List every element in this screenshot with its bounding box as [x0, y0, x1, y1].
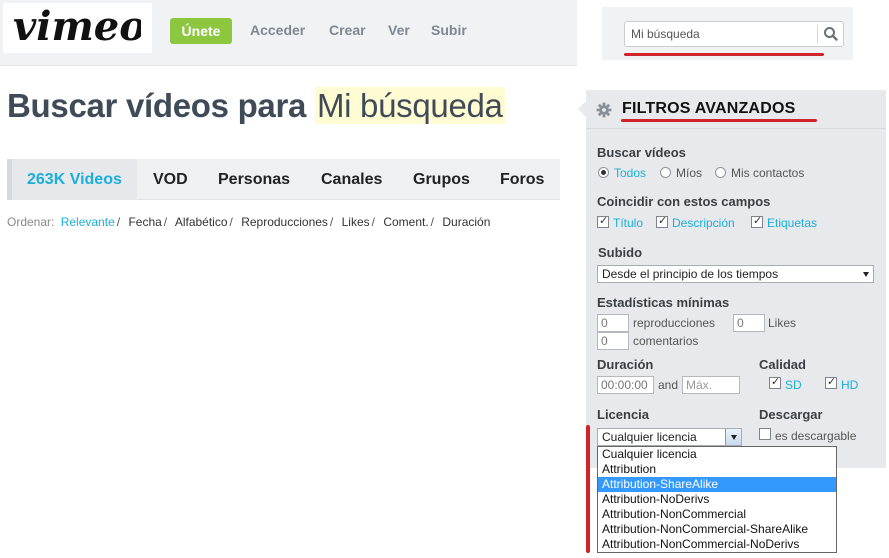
license-option[interactable]: Attribution — [598, 462, 836, 477]
chevron-down-icon — [731, 435, 737, 440]
sort-option-relevant[interactable]: Relevante — [61, 215, 115, 229]
checkbox-hd[interactable] — [825, 375, 837, 389]
search-icon — [824, 27, 838, 41]
uploaded-label: Subido — [598, 245, 643, 260]
min-stats-label: Estadísticas mínimas — [597, 295, 730, 310]
license-option-highlighted[interactable]: Attribution-ShareAlike — [598, 477, 836, 492]
search-field — [624, 21, 844, 47]
license-dropdown-list: Cualquier licencia Attribution Attributi… — [597, 446, 837, 553]
page-title: Buscar vídeos para Mi búsqueda — [7, 87, 505, 125]
license-select-toggle[interactable] — [725, 429, 741, 445]
sort-separator: / — [430, 215, 435, 229]
sort-option-comments[interactable]: Coment. — [383, 215, 428, 229]
radio-scope-mine[interactable] — [660, 167, 671, 178]
license-annotation-bar — [586, 425, 590, 553]
nav-login-link[interactable]: Acceder — [250, 22, 305, 38]
sort-option-alphabetical[interactable]: Alfabético — [175, 215, 228, 229]
min-likes-input[interactable]: 0 — [733, 314, 765, 332]
chevron-down-icon — [863, 272, 869, 277]
sort-option-duration[interactable]: Duración — [442, 215, 490, 229]
vimeo-logo[interactable]: vimeo — [3, 3, 152, 53]
checkbox-tags-label[interactable]: Etiquetas — [767, 216, 817, 230]
page-title-query: Mi búsqueda — [314, 87, 505, 124]
download-label: Descargar — [759, 407, 823, 422]
search-divider — [817, 25, 818, 43]
sort-option-date[interactable]: Fecha — [128, 215, 161, 229]
checkbox-description-label[interactable]: Descripción — [672, 216, 735, 230]
duration-max-input[interactable]: Máx. — [682, 376, 740, 394]
checkbox-sd-label[interactable]: SD — [785, 378, 802, 392]
search-annotation-underline — [624, 53, 824, 56]
sort-separator: / — [163, 215, 168, 229]
sort-separator: / — [116, 215, 121, 229]
filters-annotation-underline — [621, 119, 817, 122]
page-title-prefix: Buscar vídeos para — [7, 87, 307, 124]
license-option[interactable]: Attribution-NonCommercial-NoDerivs — [598, 537, 836, 552]
min-likes-label: Likes — [768, 316, 797, 330]
checkbox-sd[interactable] — [769, 375, 781, 389]
checkbox-description[interactable] — [656, 214, 668, 228]
checkbox-downloadable[interactable] — [759, 428, 771, 440]
sort-separator: / — [229, 215, 233, 229]
license-option[interactable]: Attribution-NoDerivs — [598, 492, 836, 507]
search-input[interactable] — [625, 22, 817, 46]
sort-option-likes[interactable]: Likes — [342, 215, 370, 229]
radio-scope-contacts[interactable] — [715, 167, 726, 178]
license-option[interactable]: Cualquier licencia — [598, 447, 836, 462]
nav-watch-link[interactable]: Ver — [388, 22, 410, 38]
license-option[interactable]: Attribution-NonCommercial — [598, 507, 836, 522]
sort-option-plays[interactable]: Reproducciones — [241, 215, 328, 229]
join-button[interactable]: Únete — [170, 18, 232, 44]
min-plays-label: reproducciones — [633, 316, 716, 330]
duration-and-label: and — [658, 378, 679, 392]
checkbox-hd-label[interactable]: HD — [841, 378, 858, 392]
quality-label: Calidad — [759, 357, 806, 372]
nav-create-link[interactable]: Crear — [329, 22, 366, 38]
advanced-filters-header[interactable]: FILTROS AVANZADOS — [578, 90, 886, 128]
license-select[interactable]: Cualquier licencia — [597, 428, 742, 446]
sort-separator: / — [371, 215, 375, 229]
tab-groups[interactable]: Grupos — [413, 159, 470, 200]
uploaded-select[interactable]: Desde el principio de los tiempos — [597, 265, 874, 283]
checkbox-title[interactable] — [597, 214, 609, 228]
match-fields-label: Coincidir con estos campos — [597, 194, 771, 209]
sort-bar: Ordenar: Relevante / Fecha / Alfabético / R… — [7, 215, 490, 229]
radio-scope-all-label[interactable]: Todos — [614, 166, 646, 180]
checkbox-tags[interactable] — [751, 214, 763, 228]
vimeo-logo-mark: vimeo — [13, 7, 141, 49]
svg-text:vimeo: vimeo — [13, 7, 141, 49]
duration-min-input[interactable]: 00:00:00 — [597, 376, 654, 394]
search-scope-label: Buscar vídeos — [597, 145, 686, 160]
search-button[interactable] — [820, 24, 842, 44]
radio-scope-all[interactable] — [598, 167, 609, 178]
checkbox-downloadable-label[interactable]: es descargable — [775, 429, 856, 443]
tab-videos[interactable]: 263K Videos — [7, 159, 137, 200]
top-header: vimeo Únete Acceder Crear Ver Subir — [0, 0, 577, 66]
sort-label: Ordenar: — [7, 215, 55, 229]
duration-label: Duración — [597, 357, 654, 372]
result-tabs: 263K Videos VOD Personas Canales Grupos … — [7, 159, 560, 200]
advanced-filters-title: FILTROS AVANZADOS — [622, 100, 796, 117]
sort-separator: / — [329, 215, 334, 229]
panel-pointer-arrow — [578, 101, 586, 117]
nav-upload-link[interactable]: Subir — [431, 22, 467, 38]
license-option[interactable]: Attribution-NonCommercial-ShareAlike — [598, 522, 836, 537]
tab-vod[interactable]: VOD — [153, 159, 188, 200]
min-plays-input[interactable]: 0 — [597, 314, 629, 332]
radio-scope-mine-label[interactable]: Míos — [676, 166, 702, 180]
tab-channels[interactable]: Canales — [321, 159, 382, 200]
radio-scope-contacts-label[interactable]: Mis contactos — [731, 166, 804, 180]
license-select-value: Cualquier licencia — [602, 430, 697, 444]
license-label: Licencia — [597, 407, 650, 422]
min-comments-label: comentarios — [633, 334, 699, 348]
min-comments-input[interactable]: 0 — [597, 332, 629, 350]
tab-people[interactable]: Personas — [218, 159, 290, 200]
uploaded-select-value: Desde el principio de los tiempos — [602, 267, 779, 281]
checkbox-title-label[interactable]: Título — [613, 216, 643, 230]
gear-icon — [596, 102, 612, 118]
tab-forums[interactable]: Foros — [500, 159, 544, 200]
